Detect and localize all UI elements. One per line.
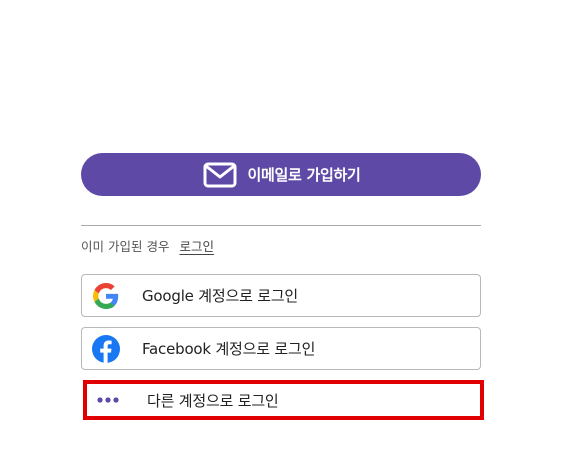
more-dots-icon — [93, 385, 123, 415]
other-account-login-label: 다른 계정으로 로그인 — [147, 391, 279, 410]
google-login-button[interactable]: Google 계정으로 로그인 — [81, 274, 481, 317]
google-login-label: Google 계정으로 로그인 — [142, 287, 299, 305]
mail-icon — [202, 161, 238, 189]
facebook-login-button[interactable]: Facebook 계정으로 로그인 — [81, 327, 481, 370]
already-registered-text: 이미 가입된 경우 — [81, 239, 170, 254]
login-link[interactable]: 로그인 — [179, 236, 214, 255]
other-account-login-button[interactable]: 다른 계정으로 로그인 — [83, 380, 484, 420]
signup-with-email-button[interactable]: 이메일로 가입하기 — [81, 153, 481, 196]
facebook-icon — [91, 334, 121, 364]
google-icon — [91, 281, 121, 311]
divider — [81, 225, 481, 226]
signup-with-email-label: 이메일로 가입하기 — [247, 166, 361, 184]
already-registered-row: 이미 가입된 경우 로그인 — [81, 236, 214, 255]
facebook-login-label: Facebook 계정으로 로그인 — [142, 340, 316, 358]
